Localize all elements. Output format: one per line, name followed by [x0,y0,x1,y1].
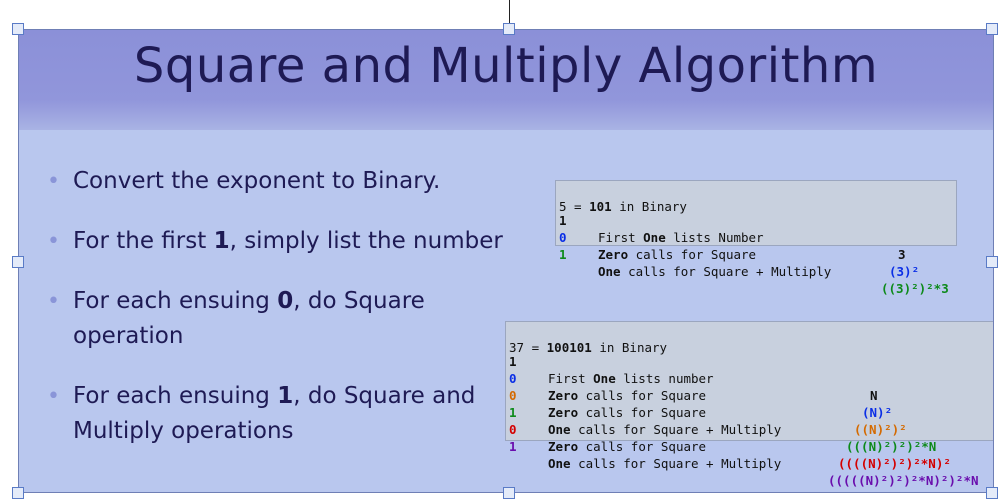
bullet-dot-icon: • [47,384,60,409]
slide[interactable]: Square and Multiply Algorithm • Convert … [18,29,994,493]
step-expression: 3 [898,247,906,262]
resize-handle-bottom-left[interactable] [12,487,24,499]
bullet-dot-icon: • [47,229,60,254]
step-expression: ((N)²)² [854,422,907,437]
step-description: Zero calls for Square [598,247,757,262]
step-description: First One lists Number [598,230,764,245]
step-expression: (3)² [889,264,920,279]
step-expression: (((((N)²)²)²*N)²)²*N [828,473,979,488]
slide-title[interactable]: Square and Multiply Algorithm [19,38,993,94]
resize-handle-top-right[interactable] [986,23,998,35]
table-row: 1 First One lists number N [506,336,878,403]
step-description: Zero calls for Square [548,388,707,403]
resize-handle-bottom-center[interactable] [503,487,515,499]
step-description: One calls for Square + Multiply [598,264,832,279]
step-description: One calls for Square + Multiply [548,456,782,471]
rotation-line [509,0,510,24]
table-row: 0 Zero calls for Square ((((N)²)²)²*N)² [506,404,951,471]
resize-handle-top-left[interactable] [12,23,24,35]
resize-handle-bottom-right[interactable] [986,487,998,499]
bullet-text: Convert the exponent to Binary. [73,168,441,194]
table-row: 1 One calls for Square + Multiply ((3)²)… [556,229,949,296]
bullet-text: For each ensuing 1, do Square and Multip… [73,383,476,444]
table-row: 1 One calls for Square + Multiply (((((N… [506,421,979,488]
table-row: 1 First One lists Number 3 [556,195,906,262]
step-description: First One lists number [548,371,714,386]
bullet-dot-icon: • [47,169,60,194]
bullet-text: For each ensuing 0, do Square operation [73,288,425,349]
binary-table-37[interactable]: 37 = 100101 in Binary 1 First One lists … [505,321,993,488]
step-description: Zero calls for Square [548,405,707,420]
resize-handle-middle-left[interactable] [12,256,24,268]
step-expression: ((3)²)²*3 [881,281,949,296]
step-description: One calls for Square + Multiply [548,422,782,437]
bit-value: 1 [559,247,567,262]
step-expression: ((((N)²)²)²*N)² [838,456,951,471]
table-row: 0 Zero calls for Square (3)² [556,212,919,279]
step-expression: (((N)²)²)²*N [846,439,937,454]
bullet-text: For the first 1, simply list the number [73,228,503,254]
step-description: Zero calls for Square [548,439,707,454]
step-expression: (N)² [862,405,893,420]
step-expression: N [870,388,878,403]
table-row: 0 Zero calls for Square (N)² [506,353,892,420]
resize-handle-middle-right[interactable] [986,256,998,268]
bullet-dot-icon: • [47,289,60,314]
bit-value: 1 [509,439,517,454]
table-row: 0 Zero calls for Square ((N)²)² [506,370,907,437]
binary-table-5[interactable]: 5 = 101 in Binary 1 First One lists Numb… [555,180,957,296]
table-row: 1 One calls for Square + Multiply (((N)²… [506,387,936,454]
resize-handle-top-center[interactable] [503,23,515,35]
